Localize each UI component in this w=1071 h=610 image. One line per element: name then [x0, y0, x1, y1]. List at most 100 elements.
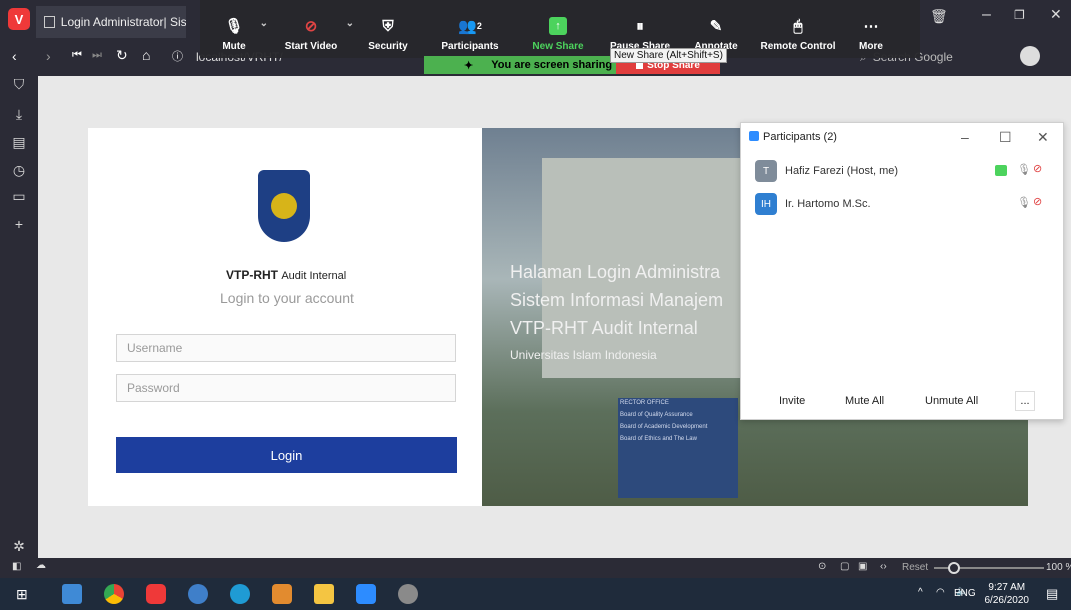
zoom-reset-button[interactable]: Reset: [902, 562, 928, 573]
forward-icon[interactable]: ›: [46, 48, 51, 64]
fastforward-icon[interactable]: ⏭: [92, 49, 102, 62]
sign-quality: Board of Quality Assurance: [620, 412, 693, 418]
microphone-icon: 🎙: [1017, 164, 1031, 176]
unmute-all-button[interactable]: Unmute All: [925, 391, 978, 411]
page-icon: [44, 16, 55, 28]
chrome-icon[interactable]: [104, 584, 124, 604]
vivaldi-logo-icon[interactable]: V: [8, 8, 30, 30]
home-icon[interactable]: ⌂: [142, 47, 150, 63]
panel-maximize-icon[interactable]: ☐: [999, 129, 1012, 146]
shield-icon: ⛨: [382, 17, 394, 35]
sign-ethics: Board of Ethics and The Law: [620, 436, 697, 442]
login-button[interactable]: Login: [116, 437, 457, 473]
zoom-app-icon[interactable]: [356, 584, 376, 604]
participant-avatar: T: [755, 160, 777, 182]
login-subtitle: Login to your account: [220, 290, 354, 306]
tool-icon[interactable]: [398, 584, 418, 604]
windows-taskbar: ⊞ ^ ◠ 🔈 ENG 9:27 AM 6/26/2020 ▤: [0, 578, 1071, 610]
participants-header: Participants (2): [741, 123, 1063, 151]
share-icon: ↑: [549, 17, 567, 35]
zoom-slider-handle[interactable]: [948, 562, 960, 574]
more-options-button[interactable]: ...: [1015, 391, 1035, 411]
photo-heading-3: VTP-RHT Audit Internal: [510, 318, 698, 338]
security-button[interactable]: ⛨ Security: [354, 0, 422, 58]
profile-avatar[interactable]: [1020, 46, 1040, 66]
photo-heading-1: Halaman Login Administra: [510, 262, 721, 282]
download-icon[interactable]: ⤓: [10, 106, 28, 124]
pause-icon: ⏸: [636, 17, 644, 35]
sublime-icon[interactable]: [314, 584, 334, 604]
network-icon[interactable]: ◠: [936, 587, 945, 598]
participant-row[interactable]: IH Ir. Hartomo M.Sc. 🎙 ⊘: [755, 193, 1055, 215]
password-field[interactable]: Password: [116, 374, 456, 402]
participant-name: Hafiz Farezi (Host, me): [785, 165, 899, 177]
mute-button[interactable]: 🎙 Mute ⌄: [200, 0, 268, 58]
bookmark-icon[interactable]: ⛉: [10, 76, 28, 94]
system-clock[interactable]: 9:27 AM 6/26/2020: [985, 581, 1030, 607]
tile-icon[interactable]: ▢: [840, 561, 849, 572]
browser-status-bar: ◧ ☁ ⊙ ▢ ▣ ‹› Reset 100 %: [0, 558, 1071, 578]
participants-button[interactable]: 👥 2 Participants: [422, 0, 518, 58]
video-off-icon: ⊘: [304, 18, 318, 35]
zoom-icon: [749, 131, 759, 141]
ccleaner-icon[interactable]: [230, 584, 250, 604]
panel-toggle-icon[interactable]: ◧: [12, 561, 21, 572]
info-icon[interactable]: ⓘ: [172, 48, 183, 64]
video-off-icon: ⊘: [1033, 163, 1043, 175]
window-icon[interactable]: ▭: [10, 188, 28, 206]
sign-rector: RECTOR OFFICE: [620, 400, 669, 406]
participant-avatar: IH: [755, 193, 777, 215]
trash-icon[interactable]: 🗑: [930, 8, 948, 25]
participants-title: Participants (2): [763, 131, 837, 143]
restore-icon[interactable]: ❐: [1014, 8, 1025, 22]
new-share-button[interactable]: ↑ New Share: [518, 0, 598, 58]
capture-icon[interactable]: ⊙: [818, 561, 826, 572]
image-icon[interactable]: ▣: [858, 561, 867, 572]
panel-close-icon[interactable]: ✕: [1037, 129, 1049, 146]
reload-icon[interactable]: ↻: [116, 47, 128, 64]
windows-start-icon[interactable]: ⊞: [16, 586, 28, 603]
video-off-icon: ⊘: [1033, 196, 1043, 208]
panel-minimize-icon[interactable]: –: [961, 129, 969, 145]
sharing-icon: [995, 165, 1007, 176]
file-explorer-icon[interactable]: [62, 584, 82, 604]
code-icon[interactable]: ‹›: [880, 561, 887, 572]
photo-subheading: Universitas Islam Indonesia: [510, 348, 657, 362]
username-field[interactable]: Username: [116, 334, 456, 362]
app-title: VTP-RHT Audit Internal: [226, 268, 347, 282]
minimize-icon[interactable]: –: [982, 6, 991, 24]
pencil-icon: ✎: [709, 18, 723, 35]
start-video-button[interactable]: ⊘ Start Video ⌄: [268, 0, 354, 58]
mute-all-button[interactable]: Mute All: [845, 391, 884, 411]
back-icon[interactable]: ‹: [12, 48, 17, 64]
zoom-level: 100 %: [1046, 562, 1071, 573]
invite-button[interactable]: Invite: [779, 391, 805, 411]
close-icon[interactable]: ✕: [1050, 6, 1062, 23]
rewind-icon[interactable]: ⏮: [72, 49, 82, 62]
remote-control-button[interactable]: 🖱 Remote Control: [750, 0, 846, 58]
notification-icon[interactable]: ▤: [1046, 586, 1058, 602]
browser-sidebar: ⛉ ⤓ ▤ ◷ ▭ + ✲: [0, 76, 38, 558]
mouse-icon: 🖱: [793, 17, 803, 35]
participant-row[interactable]: T Hafiz Farezi (Host, me) 🎙 ⊘: [755, 160, 1055, 182]
photo-heading-2: Sistem Informasi Manajem: [510, 290, 724, 310]
add-panel-icon[interactable]: +: [10, 216, 28, 234]
cloud-icon[interactable]: ☁: [36, 560, 46, 571]
tab-title: Login Administrator| Sisten: [60, 15, 186, 29]
microphone-icon: 🎙: [224, 18, 244, 35]
microphone-icon: 🎙: [1017, 197, 1031, 209]
participants-panel: Participants (2) – ☐ ✕ T Hafiz Farezi (H…: [740, 122, 1064, 420]
xampp-icon[interactable]: [272, 584, 292, 604]
notes-icon[interactable]: ▤: [10, 134, 28, 152]
vivaldi-icon[interactable]: [146, 584, 166, 604]
more-button[interactable]: ⋯ More: [846, 0, 896, 58]
ellipsis-icon: ⋯: [863, 18, 879, 35]
language-indicator[interactable]: ENG: [954, 588, 976, 599]
participant-name: Ir. Hartomo M.Sc.: [785, 198, 871, 210]
participants-icon: 👥 2: [458, 18, 482, 35]
browser-tab[interactable]: Login Administrator| Sisten: [36, 6, 186, 38]
app-icon[interactable]: [188, 584, 208, 604]
settings-icon[interactable]: ✲: [10, 538, 28, 556]
history-icon[interactable]: ◷: [10, 162, 28, 180]
tray-chevron-icon[interactable]: ^: [918, 587, 923, 598]
